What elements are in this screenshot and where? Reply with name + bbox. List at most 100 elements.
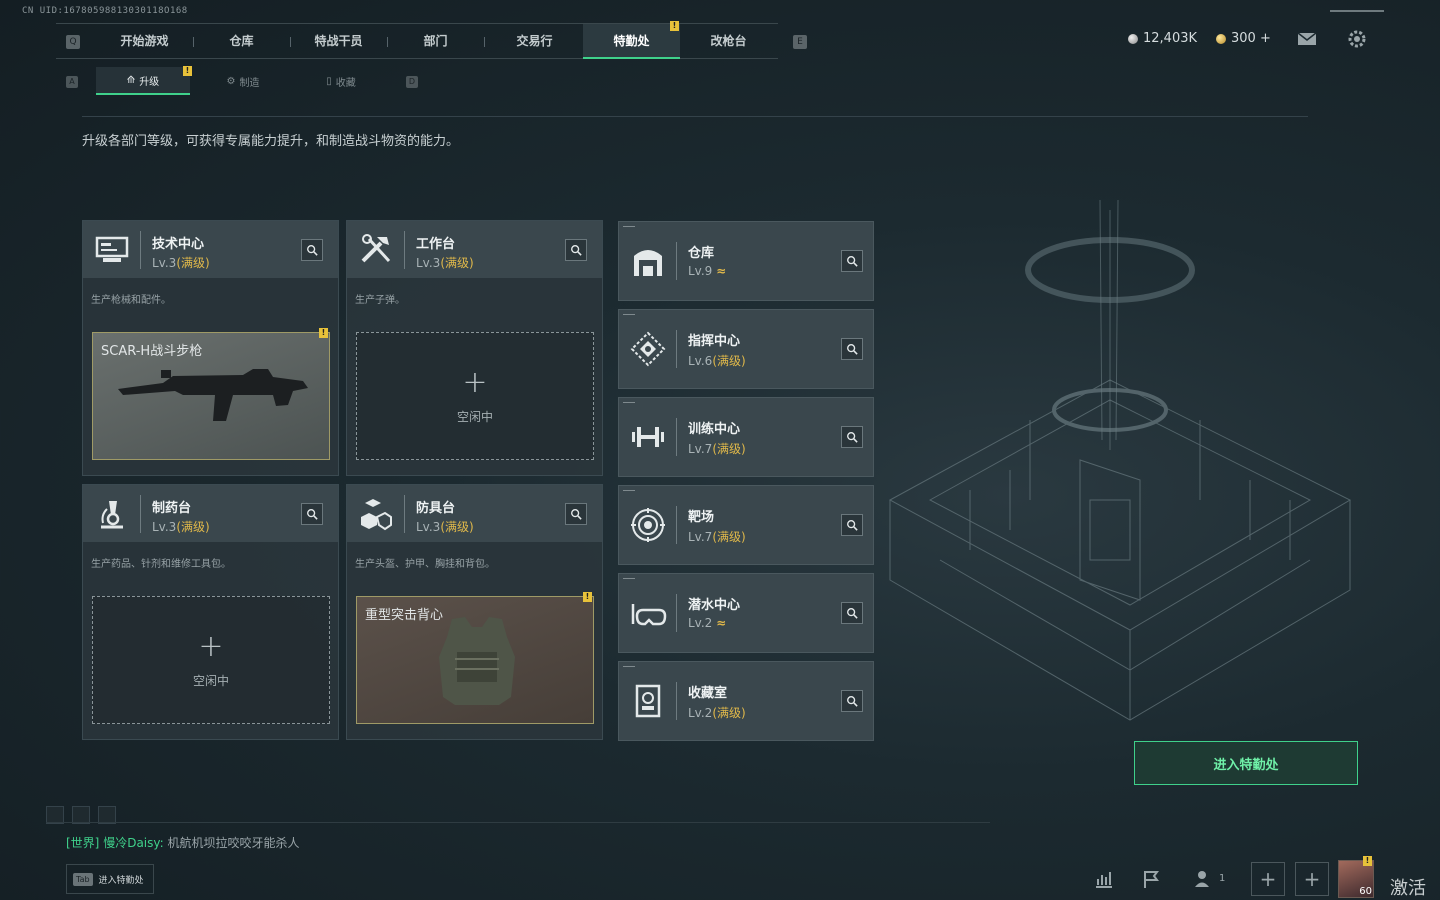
collection-icon <box>629 682 667 720</box>
facility-level: Lv.7(满级) <box>688 440 746 457</box>
card-divider <box>140 495 141 533</box>
max-level-tag: (满级) <box>176 520 210 534</box>
production-slot-empty[interactable]: + 空闲中 <box>92 596 330 724</box>
nav-tab-start-game[interactable]: 开始游戏 <box>96 24 193 59</box>
department-card-tech-center[interactable]: 技术中心 Lv.3(满级) 生产枪械和配件。 SCAR-H战斗步枪 ! <box>82 220 339 476</box>
upgrade-available-icon: ≈ <box>716 264 727 278</box>
card-subtitle: 生产药品、针剂和维修工具包。 <box>91 559 231 570</box>
avatar-level: 60 <box>1359 886 1372 897</box>
enter-special-ops-button[interactable]: 进入特勤处 <box>1134 741 1358 785</box>
facility-dive-center[interactable]: 潜水中心 Lv.2 ≈ <box>618 573 874 653</box>
stats-icon[interactable] <box>1093 868 1115 890</box>
card-name: 工作台 <box>416 237 456 252</box>
facility-training-center[interactable]: 训练中心 Lv.7(满级) <box>618 397 874 477</box>
level-value: Lv.3 <box>416 520 441 534</box>
friends-button[interactable]: 1 <box>1193 868 1233 890</box>
chat-text: 机航机坝拉咬咬牙能杀人 <box>167 836 300 850</box>
facility-divider <box>676 682 677 720</box>
nav-key-right: E <box>793 35 807 49</box>
card-subtitle: 生产头盔、护甲、胸挂和背包。 <box>355 559 495 570</box>
subtab-collection[interactable]: ▯ 收藏 <box>294 67 388 95</box>
currency-primary[interactable]: 12,403K <box>1128 31 1197 46</box>
add-party-slot-button[interactable]: + <box>1295 862 1329 896</box>
facility-command-center[interactable]: 指挥中心 Lv.6(满级) <box>618 309 874 389</box>
add-party-slot-button[interactable]: + <box>1251 862 1285 896</box>
level-value: Lv.2 <box>688 706 713 720</box>
subtab-craft-label: 制造 <box>239 77 260 89</box>
card-header: 技术中心 Lv.3(满级) <box>83 221 338 278</box>
card-header: 制药台 Lv.3(满级) <box>83 485 338 542</box>
subtab-upgrade[interactable]: ⟰ 升级 <box>96 67 190 95</box>
search-icon[interactable] <box>565 239 587 261</box>
search-icon[interactable] <box>301 239 323 261</box>
mail-icon[interactable] <box>1296 28 1318 50</box>
friends-icon <box>1195 871 1209 887</box>
facility-name: 收藏室 <box>688 686 728 701</box>
friends-count: 1 <box>1219 873 1226 884</box>
nav-tab-special-ops[interactable]: 特勤处 <box>583 24 680 59</box>
tab-hint-label: 进入特勤处 <box>98 875 144 886</box>
search-icon[interactable] <box>841 602 863 624</box>
facility-collection-room[interactable]: 收藏室 Lv.2(满级) <box>618 661 874 741</box>
slot-alert-badge: ! <box>319 328 328 338</box>
production-slot[interactable]: 重型突击背心 <box>356 596 594 724</box>
currency-secondary[interactable]: 300 + <box>1216 31 1271 46</box>
corner-mark <box>623 402 635 403</box>
subtab-key-left: A <box>66 76 78 88</box>
search-icon[interactable] <box>565 503 587 525</box>
max-level-tag: (满级) <box>712 706 746 720</box>
facility-name: 训练中心 <box>688 422 741 437</box>
world-chat-message[interactable]: [世界] 慢冷Daisy: 机航机坝拉咬咬牙能杀人 <box>66 834 300 851</box>
subtab-alert-badge: ! <box>183 66 192 76</box>
facility-divider <box>676 330 677 368</box>
department-card-workbench[interactable]: 工作台 Lv.3(满级) 生产子弹。 + 空闲中 <box>346 220 603 476</box>
facility-shooting-range[interactable]: 靶场 Lv.7(满级) <box>618 485 874 565</box>
nav-tab-trade[interactable]: 交易行 <box>486 24 583 59</box>
command-icon <box>629 330 667 368</box>
divider-line <box>82 116 1308 117</box>
flag-icon[interactable] <box>1140 868 1162 890</box>
level-value: Lv.3 <box>152 520 177 534</box>
nav-key-left: Q <box>66 35 80 49</box>
search-icon[interactable] <box>841 338 863 360</box>
corner-mark <box>623 490 635 491</box>
card-header: 防具台 Lv.3(满级) <box>347 485 602 542</box>
nav-tab-operators[interactable]: 特战干员 <box>290 24 387 59</box>
card-subtitle: 生产枪械和配件。 <box>91 295 171 306</box>
top-nav: Q 开始游戏 仓库 特战干员 部门 交易行 特勤处 ! 改枪台 E <box>56 21 807 59</box>
nav-tab-department[interactable]: 部门 <box>387 24 484 59</box>
subtab-craft[interactable]: ⚙ 制造 <box>196 67 290 95</box>
card-header: 工作台 Lv.3(满级) <box>347 221 602 278</box>
search-icon[interactable] <box>301 503 323 525</box>
department-card-armor-bench[interactable]: 防具台 Lv.3(满级) 生产头盔、护甲、胸挂和背包。 重型突击背心 ! <box>346 484 603 740</box>
gear-icon[interactable] <box>1346 28 1368 50</box>
subtab-upgrade-label: 升级 <box>139 76 160 88</box>
page-description: 升级各部门等级，可获得专属能力提升，和制造战斗物资的能力。 <box>82 134 460 149</box>
production-slot-empty[interactable]: + 空闲中 <box>356 332 594 460</box>
level-value: Lv.6 <box>688 354 713 368</box>
max-level-tag: (满级) <box>440 256 474 270</box>
tab-shortcut-hint[interactable]: Tab 进入特勤处 <box>66 864 154 894</box>
production-slot[interactable]: SCAR-H战斗步枪 <box>92 332 330 460</box>
nav-tab-gunsmith[interactable]: 改枪台 <box>680 24 777 59</box>
facility-name: 指挥中心 <box>688 334 741 349</box>
deco-line <box>46 822 990 823</box>
card-name: 防具台 <box>416 501 456 516</box>
search-icon[interactable] <box>841 690 863 712</box>
craft-icon: ⚙ <box>226 75 236 87</box>
add-icon: + <box>198 629 224 664</box>
search-icon[interactable] <box>841 514 863 536</box>
gold-coin-icon <box>1216 33 1226 44</box>
coin-icon <box>1128 33 1138 44</box>
facility-warehouse[interactable]: 仓库 Lv.9 ≈ <box>618 221 874 301</box>
department-card-pharmacy[interactable]: 制药台 Lv.3(满级) 生产药品、针剂和维修工具包。 + 空闲中 <box>82 484 339 740</box>
card-divider <box>140 231 141 269</box>
collection-tab-icon: ▯ <box>326 75 332 87</box>
card-divider <box>404 231 405 269</box>
vest-icon <box>439 617 515 705</box>
corner-mark <box>623 314 635 315</box>
nav-tab-warehouse[interactable]: 仓库 <box>193 24 290 59</box>
search-icon[interactable] <box>841 250 863 272</box>
facility-name: 仓库 <box>688 246 715 261</box>
search-icon[interactable] <box>841 426 863 448</box>
